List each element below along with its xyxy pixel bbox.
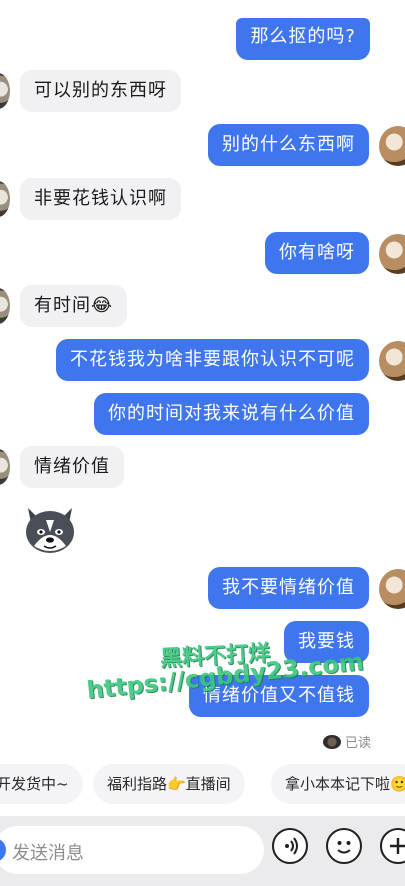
contact-avatar[interactable] (0, 288, 10, 324)
voice-icon (285, 837, 298, 855)
user-mini-avatar (322, 734, 341, 749)
outgoing-bubble[interactable]: 别的什么东西啊 (208, 124, 369, 166)
contact-avatar[interactable] (0, 73, 10, 109)
user-avatar[interactable] (379, 341, 405, 381)
outgoing-bubble[interactable]: 我不要情绪价值 (208, 567, 369, 609)
incoming-bubble[interactable]: 非要花钱认识啊 (20, 178, 181, 220)
input-cursor-marker (0, 838, 6, 862)
composer-bar: 发送消息 (0, 816, 405, 886)
outgoing-bubble[interactable]: 你有啥呀 (265, 232, 369, 274)
message-input[interactable]: 发送消息 (0, 826, 264, 874)
add-button[interactable] (380, 828, 405, 864)
quick-reply-chip[interactable]: 福利指路👉直播间 (93, 764, 245, 804)
read-receipt-label: 已读 (344, 736, 371, 751)
incoming-bubble[interactable]: 情绪价值 (20, 446, 124, 488)
incoming-bubble[interactable]: 可以别的东西呀 (20, 70, 181, 112)
husky-sticker-icon[interactable] (22, 502, 78, 556)
emoji-button[interactable] (326, 828, 362, 864)
quick-reply-chip[interactable]: 开发货中~ (0, 764, 83, 804)
add-icon (390, 838, 405, 854)
user-avatar[interactable] (379, 126, 405, 166)
outgoing-bubble[interactable]: 不花钱我为啥非要跟你认识不可呢 (56, 339, 369, 381)
user-avatar[interactable] (379, 569, 405, 609)
user-avatar[interactable] (379, 234, 405, 274)
quick-reply-chip[interactable]: 拿小本本记下啦🙂 (271, 764, 405, 804)
message-input-placeholder: 发送消息 (12, 843, 84, 864)
contact-avatar[interactable] (0, 449, 10, 485)
quick-reply-bar: 开发货中~ 福利指路👉直播间 拿小本本记下啦🙂 (0, 754, 405, 814)
read-receipt: 已读 (322, 732, 371, 751)
contact-avatar[interactable] (0, 181, 10, 217)
incoming-bubble[interactable]: 有时间😂 (20, 285, 128, 327)
outgoing-bubble[interactable]: 你的时间对我来说有什么价值 (94, 393, 369, 435)
outgoing-bubble[interactable]: 那么抠的吗? (236, 18, 370, 60)
voice-button[interactable] (272, 828, 308, 864)
emoji-icon (337, 841, 351, 854)
chat-area: 那么抠的吗? 可以别的东西呀 别的什么东西啊 非要花钱认识啊 你有啥呀 有时间😂… (0, 0, 405, 760)
